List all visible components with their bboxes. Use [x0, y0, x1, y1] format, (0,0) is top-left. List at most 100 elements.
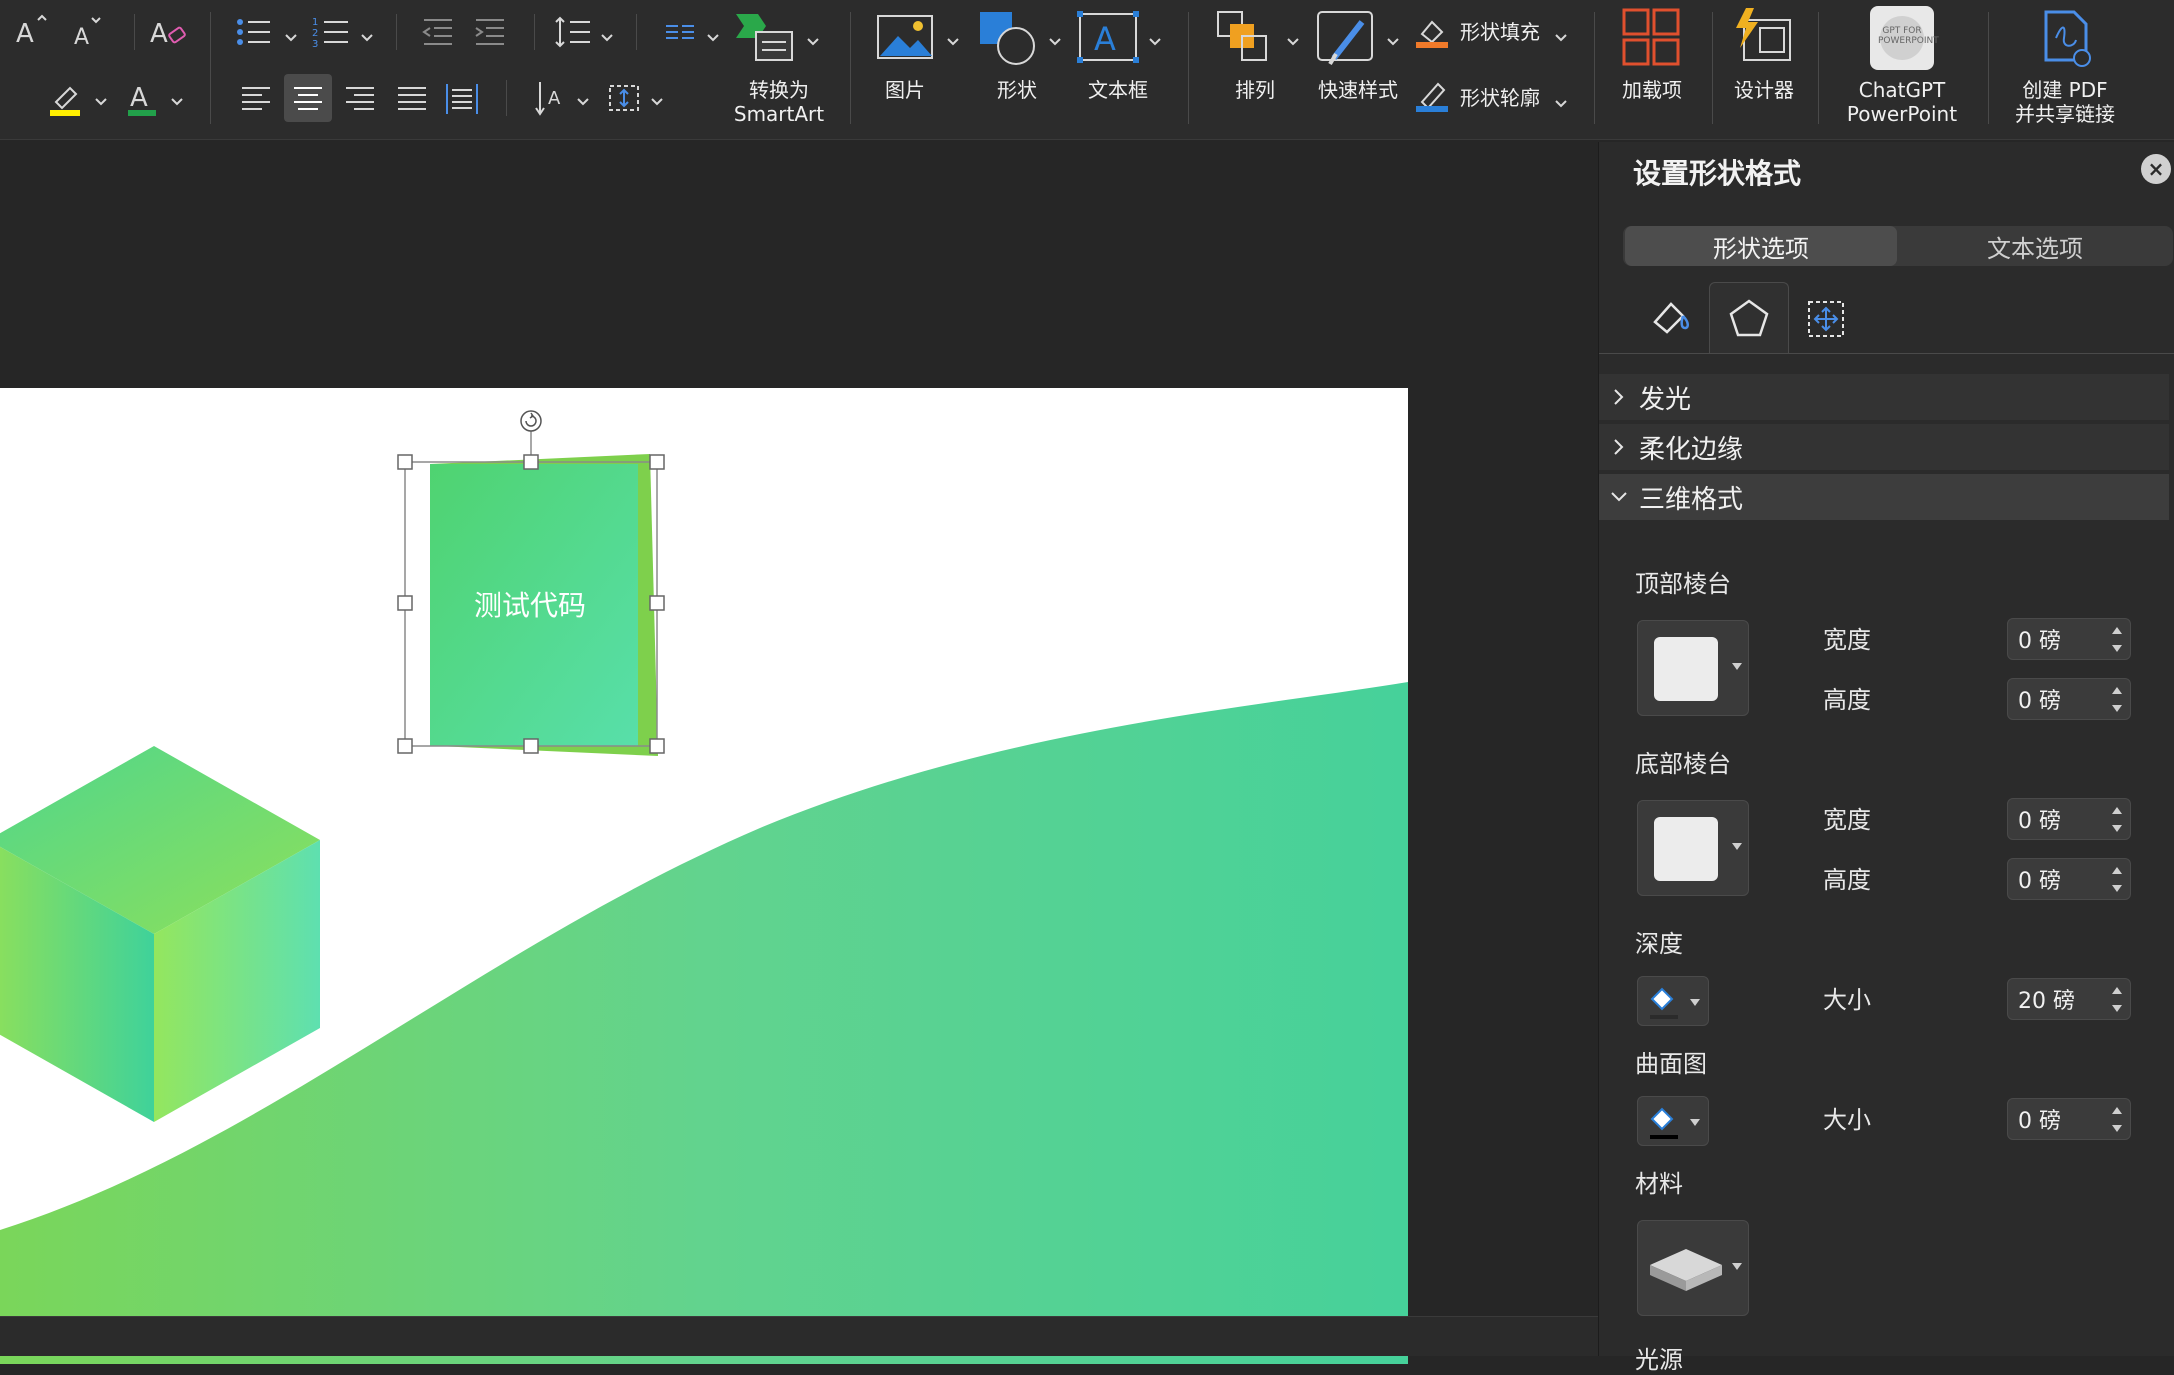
align-text-icon[interactable] — [604, 78, 644, 118]
chevron-down-icon[interactable] — [94, 92, 108, 106]
create-pdf-label[interactable]: 创建 PDF 并共享链接 — [2000, 78, 2130, 126]
align-right-icon[interactable] — [342, 80, 378, 116]
tab-shape-options[interactable]: 形状选项 — [1625, 226, 1897, 266]
chevron-down-icon[interactable] — [170, 92, 184, 106]
cube-shape[interactable] — [0, 746, 320, 1122]
chevron-down-icon[interactable] — [1048, 32, 1062, 46]
arrange-icon[interactable] — [1214, 8, 1276, 68]
textbox-icon[interactable]: A — [1076, 10, 1140, 64]
chevron-down-icon[interactable] — [1386, 32, 1400, 46]
chevron-down-icon[interactable] — [600, 28, 614, 42]
spin-down-icon[interactable] — [2112, 825, 2122, 832]
quick-styles-icon[interactable] — [1314, 8, 1378, 68]
pdf-link-icon[interactable] — [2038, 8, 2098, 70]
depth-size-input[interactable] — [2018, 985, 2098, 1013]
chevron-down-icon[interactable] — [1554, 94, 1568, 108]
top-bevel-width-input[interactable] — [2018, 625, 2098, 653]
spin-up-icon[interactable] — [2112, 867, 2122, 874]
spin-up-icon[interactable] — [2112, 807, 2122, 814]
line-spacing-icon[interactable] — [554, 14, 594, 50]
chevron-down-icon[interactable] — [650, 92, 664, 106]
chevron-down-icon[interactable] — [946, 32, 960, 46]
resize-handle[interactable] — [649, 454, 665, 470]
bottom-bevel-width-field[interactable] — [2007, 798, 2131, 840]
chevron-down-icon[interactable] — [706, 28, 720, 42]
spin-down-icon[interactable] — [2112, 1125, 2122, 1132]
arrange-label[interactable]: 排列 — [1220, 78, 1290, 102]
section-glow[interactable]: 发光 — [1599, 374, 2169, 420]
rotate-handle-icon[interactable] — [520, 410, 542, 432]
chevron-down-icon[interactable] — [284, 28, 298, 42]
numbered-list-icon[interactable]: 123 — [312, 14, 352, 50]
bullet-list-icon[interactable] — [234, 14, 274, 50]
shape-fill-icon[interactable] — [1414, 14, 1450, 50]
spin-down-icon[interactable] — [2112, 645, 2122, 652]
chevron-down-icon[interactable] — [1148, 32, 1162, 46]
top-bevel-width-field[interactable] — [2007, 618, 2131, 660]
top-bevel-height-input[interactable] — [2018, 685, 2098, 713]
effects-tab-active[interactable] — [1709, 282, 1789, 354]
depth-color-picker[interactable] — [1637, 976, 1709, 1026]
spin-up-icon[interactable] — [2112, 627, 2122, 634]
designer-label[interactable]: 设计器 — [1722, 78, 1806, 102]
increase-indent-icon[interactable] — [472, 14, 508, 50]
smartart-icon[interactable] — [734, 10, 796, 64]
slide[interactable]: 测试代码 — [0, 388, 1408, 1364]
font-color-icon[interactable]: A — [124, 78, 160, 118]
convert-smartart-label[interactable]: 转换为 SmartArt — [718, 78, 840, 126]
quick-styles-label[interactable]: 快速样式 — [1308, 78, 1408, 102]
columns-icon[interactable] — [662, 14, 698, 50]
decrease-indent-icon[interactable] — [420, 14, 456, 50]
decrease-font-size-icon[interactable]: A — [70, 14, 110, 50]
resize-handle[interactable] — [523, 454, 539, 470]
section-3d-format[interactable]: 三维格式 — [1599, 474, 2169, 520]
chevron-down-icon[interactable] — [806, 32, 820, 46]
spin-up-icon[interactable] — [2112, 1107, 2122, 1114]
picture-icon[interactable] — [876, 12, 936, 62]
chevron-down-icon[interactable] — [360, 28, 374, 42]
designer-icon[interactable] — [1730, 6, 1796, 68]
resize-handle[interactable] — [523, 738, 539, 754]
textbox-text[interactable]: 测试代码 — [430, 584, 630, 624]
bottom-bevel-picker[interactable] — [1637, 800, 1749, 896]
spin-down-icon[interactable] — [2112, 1005, 2122, 1012]
resize-handle[interactable] — [397, 595, 413, 611]
spin-down-icon[interactable] — [2112, 705, 2122, 712]
addins-icon[interactable] — [1620, 6, 1682, 68]
tab-text-options[interactable]: 文本选项 — [1899, 226, 2171, 266]
increase-font-size-icon[interactable]: A — [14, 14, 54, 50]
section-soft-edges[interactable]: 柔化边缘 — [1599, 424, 2169, 470]
highlight-color-icon[interactable] — [46, 78, 86, 118]
shape-label[interactable]: 形状 — [982, 78, 1052, 102]
chatgpt-label[interactable]: ChatGPT PowerPoint — [1836, 78, 1968, 126]
resize-handle[interactable] — [649, 738, 665, 754]
resize-handle[interactable] — [397, 738, 413, 754]
clear-formatting-icon[interactable]: A — [148, 14, 188, 50]
material-picker[interactable] — [1637, 1220, 1749, 1316]
textbox-label[interactable]: 文本框 — [1078, 78, 1158, 102]
contour-size-field[interactable] — [2007, 1098, 2131, 1140]
align-left-icon[interactable] — [238, 80, 274, 116]
resize-handle[interactable] — [397, 454, 413, 470]
shape-outline-label[interactable]: 形状轮廓 — [1460, 86, 1550, 110]
shape-fill-label[interactable]: 形状填充 — [1460, 20, 1550, 44]
chevron-down-icon[interactable] — [576, 92, 590, 106]
addins-label[interactable]: 加载项 — [1612, 78, 1692, 102]
close-icon[interactable]: × — [2141, 154, 2171, 184]
align-center-icon[interactable] — [290, 80, 326, 116]
chevron-down-icon[interactable] — [1554, 28, 1568, 42]
spin-up-icon[interactable] — [2112, 687, 2122, 694]
shape-icon[interactable] — [976, 8, 1040, 66]
spin-up-icon[interactable] — [2112, 987, 2122, 994]
resize-handle[interactable] — [649, 595, 665, 611]
chevron-down-icon[interactable] — [1286, 32, 1300, 46]
depth-size-field[interactable] — [2007, 978, 2131, 1020]
bottom-bevel-height-field[interactable] — [2007, 858, 2131, 900]
bottom-bevel-height-input[interactable] — [2018, 865, 2098, 893]
spin-down-icon[interactable] — [2112, 885, 2122, 892]
text-direction-icon[interactable]: A — [530, 78, 570, 118]
distributed-icon[interactable] — [444, 80, 480, 116]
top-bevel-height-field[interactable] — [2007, 678, 2131, 720]
size-properties-tab[interactable] — [1795, 290, 1855, 346]
bottom-bevel-width-input[interactable] — [2018, 805, 2098, 833]
